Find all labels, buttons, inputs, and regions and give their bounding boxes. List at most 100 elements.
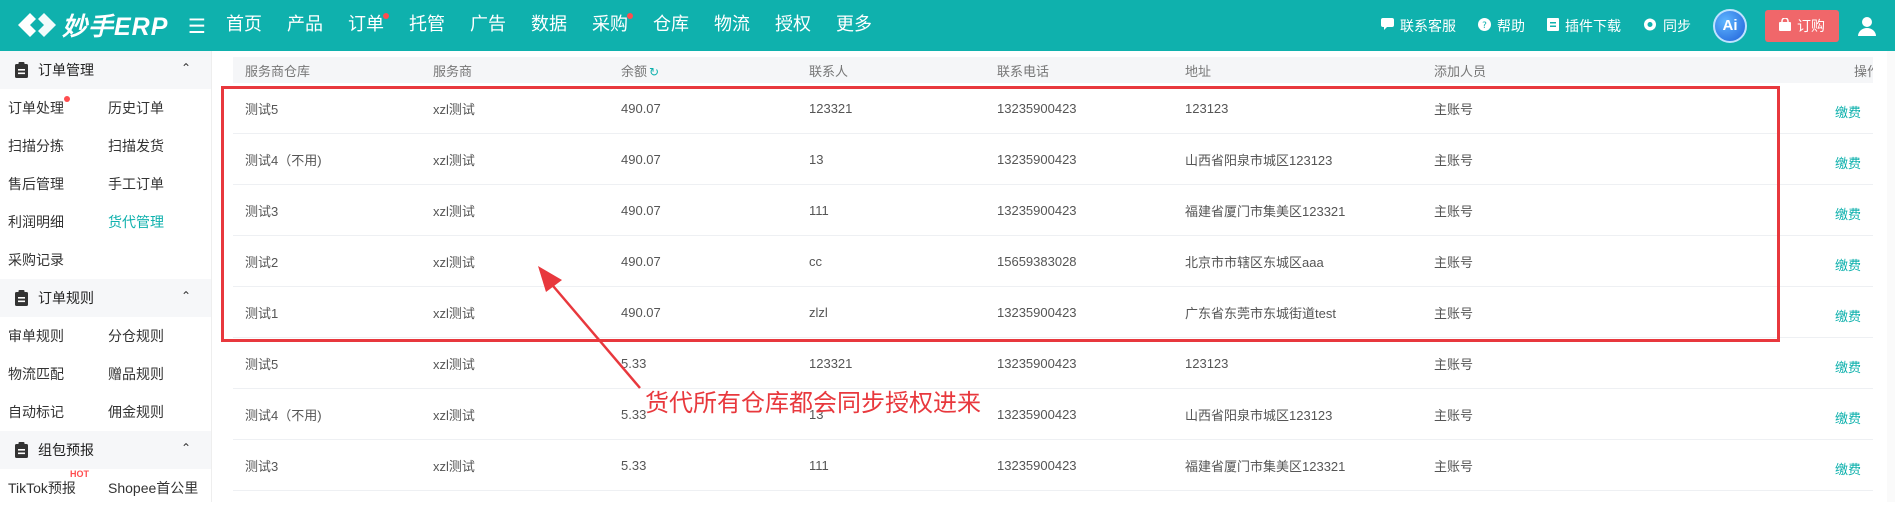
user-icon[interactable] — [1857, 16, 1877, 36]
table-row: 测试1 xzl测试 490.07 zlzl 13235900423 广东省东莞市东城街道t… — [233, 287, 1873, 338]
sync-icon — [1643, 18, 1657, 34]
table-cell: 测试1 — [245, 305, 279, 321]
contact-support-button[interactable]: 联系客服 — [1381, 16, 1456, 36]
sidebar-row: 售后管理 手工订单 — [0, 165, 211, 203]
sidebar-item[interactable]: 手工订单 — [100, 174, 200, 194]
help-button[interactable]: ? 帮助 — [1478, 16, 1525, 36]
chevron-up-icon[interactable]: ⌃ — [181, 441, 191, 455]
table-cell: xzl测试 — [433, 101, 475, 117]
row-actions-group: 缴费更多 ⌄ — [1602, 300, 1873, 325]
sidebar: 订单管理 ⌃ 订单处理 历史订单 扫描分拣 扫描发货 售后管理 手工订单 利润明细 货代管理 采购记… — [0, 51, 212, 502]
table-cell: 13235900423 — [997, 406, 1077, 422]
table-cell: 13235900423 — [997, 100, 1077, 116]
nav-item-1[interactable]: 产品 — [287, 0, 323, 51]
scrollbar[interactable] — [1887, 51, 1895, 502]
table-cell: 13235900423 — [997, 151, 1077, 167]
table-cell: cc — [809, 253, 822, 269]
row-actions: 缴费更多 ⌄ — [1602, 453, 1873, 478]
sidebar-row: TikTok预报 HOT Shopee首公里 — [0, 469, 211, 507]
help-label: 帮助 — [1497, 17, 1525, 34]
sidebar-item[interactable]: 售后管理 — [0, 174, 100, 194]
nav-item-9[interactable]: 授权 — [775, 0, 811, 51]
table-body: 测试5 xzl测试 490.07 123321 13235900423 123123 主账号… — [233, 83, 1873, 491]
menu-icon[interactable]: ☰ — [188, 14, 206, 39]
pay-button[interactable]: 缴费 — [1835, 255, 1861, 274]
table-row: 测试5 xzl测试 490.07 123321 13235900423 123123 主账号… — [233, 83, 1873, 134]
sidebar-item[interactable]: 扫描发货 — [100, 136, 200, 156]
table-cell: 111 — [809, 457, 829, 473]
sync-label: 同步 — [1663, 17, 1691, 34]
order-button[interactable]: 订购 — [1765, 9, 1839, 42]
table-cell: 北京市市辖区东城区aaa — [1185, 254, 1324, 270]
sidebar-item[interactable]: 自动标记 — [0, 402, 100, 422]
table-cell: 测试5 — [245, 101, 279, 117]
settings-box-icon — [15, 62, 28, 78]
sync-button[interactable]: 同步 — [1643, 16, 1691, 36]
nav-item-4[interactable]: 广告 — [470, 0, 506, 51]
sidebar-item-label: 货代管理 — [108, 214, 164, 230]
notification-dot — [64, 96, 70, 102]
sidebar-item[interactable]: 审单规则 — [0, 326, 100, 346]
refresh-icon[interactable]: ↻ — [649, 65, 659, 79]
sidebar-item[interactable]: TikTok预报 HOT — [0, 469, 100, 498]
pay-button[interactable]: 缴费 — [1835, 204, 1861, 223]
sidebar-item[interactable]: 分仓规则 — [100, 326, 200, 346]
chevron-up-icon[interactable]: ⌃ — [181, 289, 191, 303]
sidebar-item[interactable]: 利润明细 — [0, 212, 100, 232]
nav-item-5[interactable]: 数据 — [531, 0, 567, 51]
table-cell: xzl测试 — [433, 254, 475, 270]
nav-item-8[interactable]: 物流 — [714, 0, 750, 51]
logo-text: 妙手ERP — [62, 13, 169, 41]
plugin-download-button[interactable]: 插件下载 — [1547, 16, 1621, 36]
sidebar-group-2[interactable]: 组包预报 ⌃ — [0, 431, 211, 469]
row-actions-group: 缴费更多 ⌄ — [1602, 198, 1873, 223]
table-cell: xzl测试 — [433, 356, 475, 372]
nav-item-3[interactable]: 托管 — [409, 0, 445, 51]
ai-assistant-button[interactable]: Ai — [1713, 8, 1747, 43]
table-cell: 490.07 — [621, 202, 661, 218]
chevron-up-icon[interactable]: ⌃ — [181, 61, 191, 75]
nav-item-10[interactable]: 更多 — [836, 0, 872, 51]
sidebar-item[interactable]: 订单处理 — [0, 96, 100, 118]
pay-button[interactable]: 缴费 — [1835, 306, 1861, 325]
table-cell: 主账号 — [1434, 152, 1474, 168]
table-cell: 主账号 — [1434, 254, 1474, 270]
sidebar-item[interactable]: 货代管理 — [100, 212, 200, 232]
sidebar-item[interactable]: 历史订单 — [100, 98, 200, 118]
column-header: 余额 ↻ — [609, 61, 797, 80]
table-cell: 测试4（不用) — [245, 407, 322, 423]
sidebar-group-title: 组包预报 — [38, 442, 94, 458]
sidebar-item[interactable]: 佣金规则 — [100, 402, 200, 422]
row-actions: 缴费更多 ⌄ — [1602, 351, 1873, 376]
column-header: 添加人员 — [1422, 61, 1602, 80]
table-cell: 山西省阳泉市城区123123 — [1185, 152, 1333, 168]
table-row: 测试2 xzl测试 490.07 cc 15659383028 北京市市辖区东城区aaa 主… — [233, 236, 1873, 287]
nav-item-6[interactable]: 采购 — [592, 0, 633, 51]
pay-button[interactable]: 缴费 — [1835, 357, 1861, 376]
pay-button[interactable]: 缴费 — [1835, 408, 1861, 427]
sidebar-item[interactable]: 采购记录 — [0, 250, 100, 270]
row-actions: 缴费更多 ⌄ — [1602, 249, 1873, 274]
sidebar-item-label: 赠品规则 — [108, 366, 164, 382]
pay-button[interactable]: 缴费 — [1835, 102, 1861, 121]
pay-button[interactable]: 缴费 — [1835, 459, 1861, 478]
table-cell: 13235900423 — [997, 457, 1077, 473]
sidebar-group-1[interactable]: 订单规则 ⌃ — [0, 279, 211, 317]
row-actions-group: 缴费更多 ⌄ — [1602, 96, 1873, 121]
table-cell: 123123 — [1185, 100, 1229, 116]
nav-item-7[interactable]: 仓库 — [653, 0, 689, 51]
nav-item-2[interactable]: 订单 — [348, 0, 389, 51]
nav-item-0[interactable]: 首页 — [226, 0, 262, 51]
sidebar-item[interactable]: 扫描分拣 — [0, 136, 100, 156]
forwarder-warehouse-table: 服务商仓库 服务商 余额↻ 联系人 联系电话 地址 添加人员 操作 测试5 xzl测试 490.0… — [233, 57, 1873, 491]
column-header-label: 添加人员 — [1434, 63, 1487, 79]
sidebar-item-label: 扫描分拣 — [8, 138, 64, 154]
sidebar-group-0[interactable]: 订单管理 ⌃ — [0, 51, 211, 89]
sidebar-item[interactable]: 赠品规则 — [100, 364, 200, 384]
hot-badge: HOT — [70, 469, 89, 479]
sidebar-item[interactable]: 物流匹配 — [0, 364, 100, 384]
sidebar-item[interactable]: Shopee首公里 — [100, 478, 200, 498]
logo[interactable]: 妙手ERP — [12, 7, 168, 43]
pay-button[interactable]: 缴费 — [1835, 153, 1861, 172]
table-cell: 测试2 — [245, 254, 279, 270]
